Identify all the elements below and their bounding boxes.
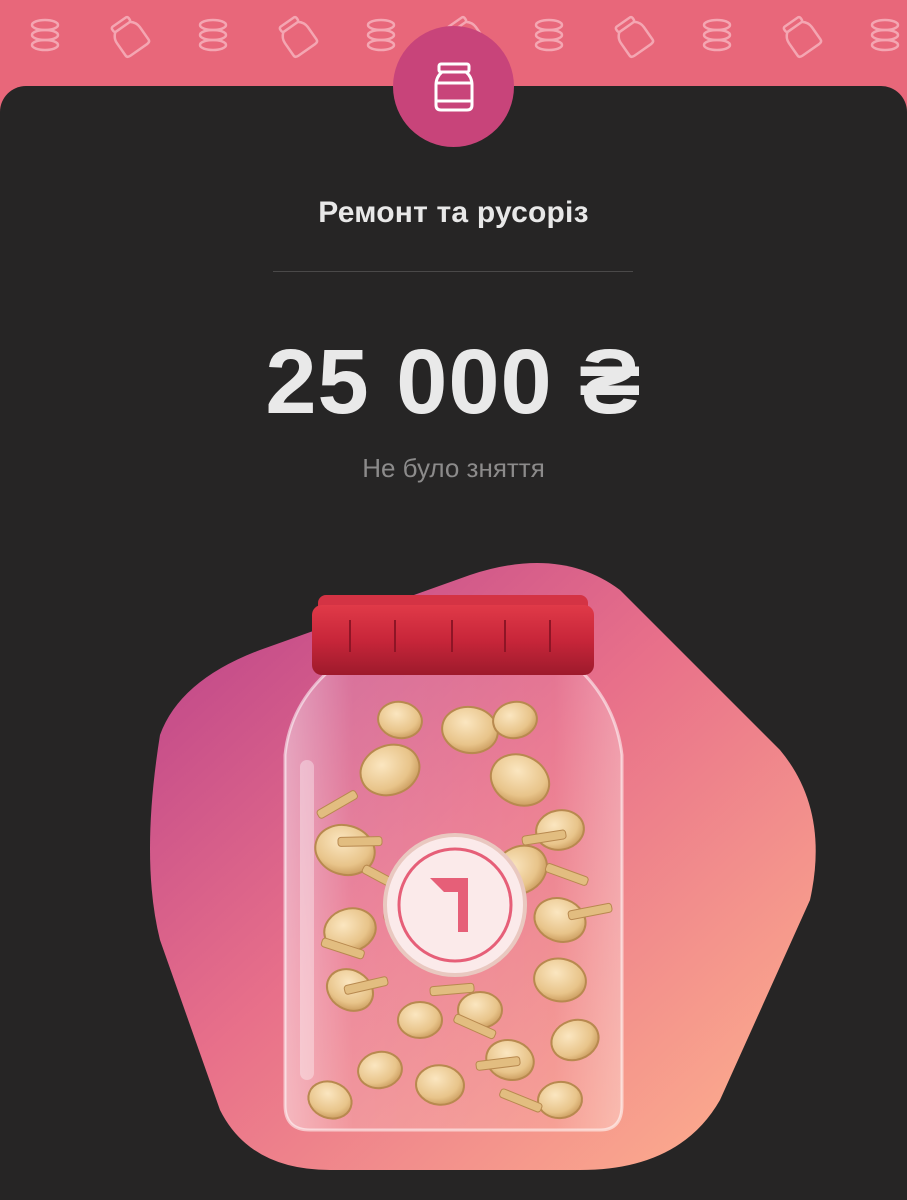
jar-pattern-icon: [782, 15, 823, 59]
monobank-cat-logo-icon: [383, 833, 527, 977]
coin-stack-icon: [30, 18, 60, 52]
jar-lid: [312, 595, 594, 675]
coin-stack-icon: [198, 18, 228, 52]
jar-pattern-icon: [614, 15, 655, 59]
jar-badge: [393, 26, 514, 147]
coin-edge: [337, 836, 383, 847]
coin: [397, 1000, 443, 1040]
jar-title: Ремонт та русоріз: [318, 196, 589, 229]
jar-icon: [434, 62, 473, 111]
jar-with-coins-illustration: [0, 540, 907, 1200]
jar-pattern-icon: [278, 15, 319, 59]
coin-stack-icon: [870, 18, 900, 52]
jar-balance: 25 000 ₴: [265, 331, 642, 433]
jar-pattern-icon: [110, 15, 151, 59]
coin-stack-icon: [534, 18, 564, 52]
divider: [273, 271, 633, 272]
jar-screen: Ремонт та русоріз 25 000 ₴ Не було знятт…: [0, 0, 907, 1200]
coin-stack-icon: [702, 18, 732, 52]
coin-stack-icon: [366, 18, 396, 52]
withdrawal-status: Не було зняття: [362, 453, 545, 483]
